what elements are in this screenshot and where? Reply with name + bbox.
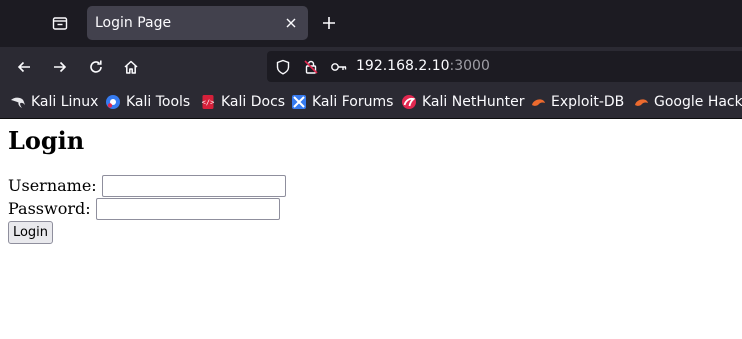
kali-nethunter-icon [401, 94, 417, 110]
google-hacking-icon [633, 94, 649, 110]
kali-forums-icon [291, 94, 307, 110]
home-button[interactable] [118, 54, 144, 80]
bookmark-label: Kali Linux [31, 94, 99, 110]
home-icon [124, 60, 138, 74]
exploit-db-icon [530, 94, 546, 110]
bookmark-label: Kali Forums [312, 94, 394, 110]
bookmark-label: Kali Docs [221, 94, 286, 110]
bookmark-kali-nethunter[interactable]: Kali NetHunter [401, 92, 524, 112]
bookmarks-toolbar: Kali Linux Kali Tools </> Kali Docs Kali… [0, 86, 742, 119]
kali-docs-icon: </> [200, 94, 216, 110]
tab-strip: Login Page [0, 0, 742, 47]
username-field[interactable] [102, 175, 286, 197]
url-host: 192.168.2.10 [356, 58, 450, 74]
arrow-left-icon [17, 61, 30, 73]
bookmark-label: Kali Tools [126, 94, 191, 110]
login-button[interactable]: Login [8, 221, 53, 244]
bookmark-google-hacking[interactable]: Google Hacki [633, 92, 742, 112]
reload-button[interactable] [83, 54, 109, 80]
tab-login-page[interactable]: Login Page [87, 6, 308, 40]
key-icon[interactable] [329, 57, 349, 77]
arrow-right-icon [54, 61, 67, 73]
close-icon [286, 18, 296, 28]
shield-icon[interactable] [273, 57, 293, 77]
url-text[interactable]: 192.168.2.10:3000 [356, 58, 490, 74]
svg-text:</>: </> [202, 99, 215, 107]
password-label: Password: [8, 199, 91, 218]
bookmark-exploit-db[interactable]: Exploit-DB [530, 92, 624, 112]
bookmark-label: Exploit-DB [551, 94, 625, 110]
nav-toolbar: 192.168.2.10:3000 [0, 47, 742, 86]
bookmark-kali-linux[interactable]: Kali Linux [10, 92, 98, 112]
bookmark-label: Kali NetHunter [422, 94, 525, 110]
insecure-lock-icon[interactable] [301, 57, 321, 77]
new-tab-button[interactable] [317, 11, 341, 35]
url-bar[interactable]: 192.168.2.10:3000 [267, 51, 742, 82]
bookmark-kali-tools[interactable]: Kali Tools [105, 92, 190, 112]
page-title: Login [8, 126, 85, 155]
list-all-tabs-button[interactable] [47, 10, 73, 36]
forward-button[interactable] [47, 54, 73, 80]
bookmark-kali-docs[interactable]: </> Kali Docs [200, 92, 285, 112]
tab-close-button[interactable] [282, 14, 300, 32]
back-button[interactable] [11, 54, 37, 80]
bookmark-label: Google Hacki [654, 94, 742, 110]
tab-list-icon [52, 17, 68, 30]
bookmark-kali-forums[interactable]: Kali Forums [291, 92, 393, 112]
username-label: Username: [8, 176, 97, 195]
kali-tools-icon [105, 94, 121, 110]
kali-dragon-icon [10, 94, 26, 110]
tab-title: Login Page [95, 15, 172, 31]
reload-icon [90, 60, 102, 73]
url-port: :3000 [449, 58, 490, 74]
page-content: Login Username: Password: Login [0, 119, 742, 339]
password-field[interactable] [96, 198, 280, 220]
plus-icon [323, 17, 335, 29]
